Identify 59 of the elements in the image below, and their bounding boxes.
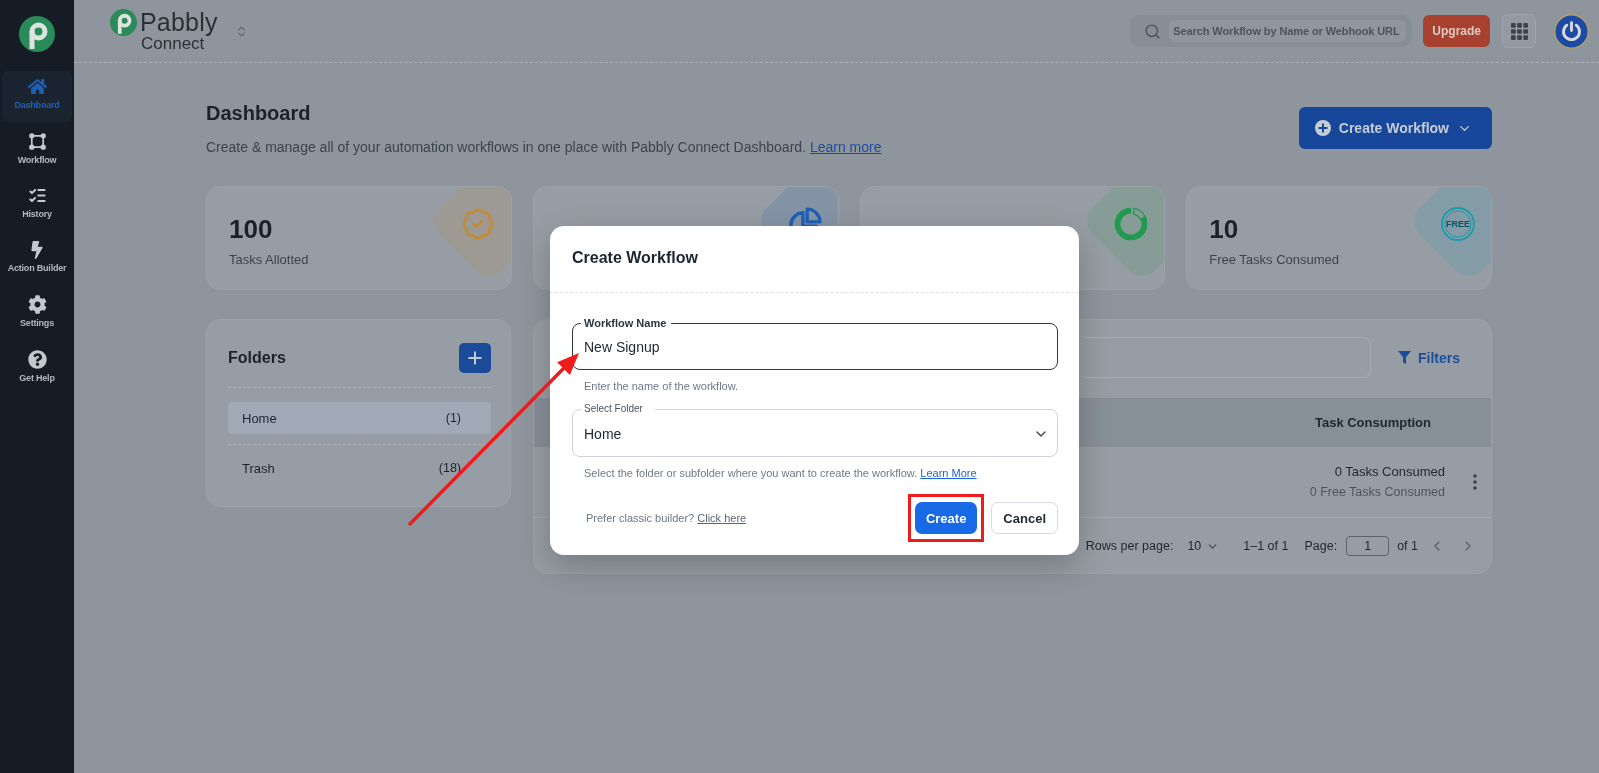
more-options-icon[interactable] [1473,474,1477,490]
add-folder-button[interactable] [459,343,491,373]
settings-icon [27,295,47,314]
field-hint: Enter the name of the workflow. [583,379,740,393]
search-input[interactable]: Search Workflow by Name or Webhook URL [1169,20,1407,42]
checklist-icon [27,186,47,205]
free-stamp-icon: FREE [1441,207,1475,241]
page-title: Dashboard [206,101,312,125]
sidebar-nav-item[interactable]: Action Builder [2,234,72,286]
workflow-nodes-icon [27,131,47,151]
rows-per-page-select[interactable]: 10 [1187,539,1220,553]
dialog-title: Create Workflow [572,248,699,268]
cancel-button[interactable]: Cancel [991,502,1058,534]
stat-label: Tasks Allotted [229,252,309,268]
avatar-icon[interactable] [1554,13,1589,49]
column-header: Task Consumption [1314,415,1431,430]
stat-value: 10 [1209,214,1239,244]
page-label: Page: [1304,539,1338,553]
sidebar-nav-item[interactable]: Workflow [2,125,72,177]
stat-label: Free Tasks Consumed [1209,252,1340,268]
home-icon [27,77,47,96]
click-here-link[interactable]: Click here [697,512,747,524]
create-workflow-button[interactable]: Create Workflow [1298,107,1492,149]
rows-per-page-label: Rows per page: [1085,539,1174,553]
workflow-name-field[interactable]: Workflow Name New Signup [572,316,1058,370]
table-cell: 0 Tasks Consumed [1334,464,1445,480]
search-field[interactable] [1085,337,1371,378]
app-logo-icon [19,16,55,52]
search-icon [1144,22,1162,40]
page-range: 1–1 of 1 [1243,539,1289,553]
upgrade-button[interactable]: Upgrade [1423,15,1490,47]
sidebar-nav-item[interactable]: History [2,180,72,231]
page-total: of 1 [1397,539,1418,553]
filter-icon [1398,350,1411,365]
product-name: Connect [141,35,205,53]
plus-circle-icon [1314,120,1331,136]
page-input[interactable]: 1 [1346,536,1390,556]
logo-icon [110,9,137,36]
sidebar-nav-item[interactable]: Settings [2,289,72,340]
apps-button[interactable] [1502,14,1536,48]
folders-title: Folders [228,348,286,368]
folder-item[interactable]: Home (1) [228,402,491,434]
table-cell: 0 Free Tasks Consumed [1309,484,1445,500]
help-icon [27,349,47,369]
stat-value: 100 [229,214,273,244]
brand-name: Pabbly [140,9,218,35]
page-subtitle: Create & manage all of your automation workflows in one place with Pabbly Connect Dashboard. Learn more [206,138,882,157]
create-button[interactable]: Create [914,502,978,534]
folder-item[interactable]: Trash (18) [228,452,491,484]
apps-grid-icon [1510,22,1528,40]
item-count: (1) [445,411,461,425]
lightning-bolt-icon [28,240,46,259]
folder-select[interactable]: Select Folder Home [572,403,1058,457]
item-count: (18) [438,461,461,475]
sidebar-nav-item[interactable]: Get Help [2,343,72,395]
field-hint: Select the folder or subfolder where you want to create the workflow. Learn More [583,466,978,480]
classic-builder-prompt: Prefer classic builder? Click here [585,511,748,525]
learn-more-link[interactable]: Learn More [920,467,977,479]
plus-icon [465,348,485,368]
